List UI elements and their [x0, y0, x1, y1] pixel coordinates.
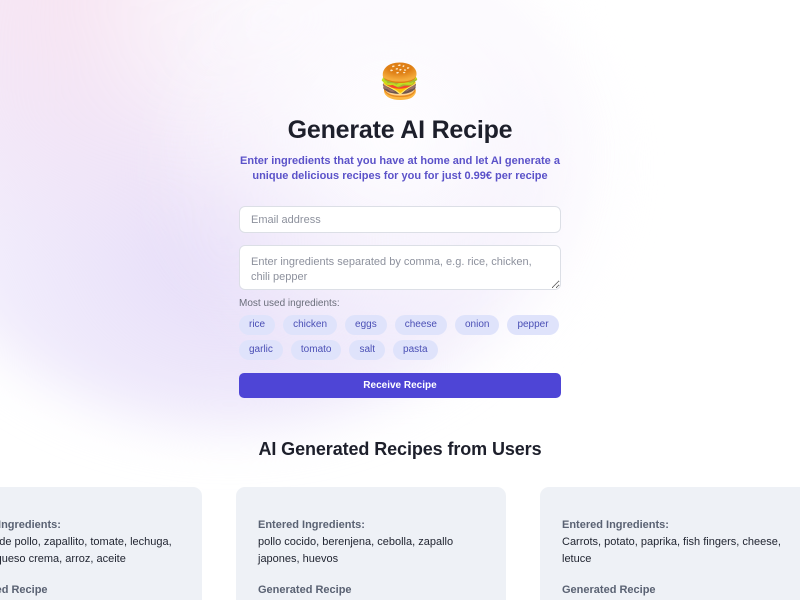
ingredient-chip-rice[interactable]: rice — [239, 315, 276, 335]
recipe-card: Entered Ingredients: pechuga de pollo, z… — [0, 487, 202, 600]
recipe-form: Most used ingredients: rice chicken eggs… — [239, 184, 561, 398]
ingredient-chip-pepper[interactable]: pepper — [507, 315, 559, 335]
ingredient-chip-garlic[interactable]: garlic — [239, 340, 283, 360]
hamburger-icon: 🍔 — [378, 63, 422, 101]
ingredient-chip-eggs[interactable]: eggs — [345, 315, 387, 335]
ingredient-chip-list: rice chicken eggs cheese onion pepper ga… — [239, 315, 561, 360]
ingredient-chip-tomato[interactable]: tomato — [290, 340, 342, 360]
most-used-ingredients-label: Most used ingredients: — [239, 298, 340, 309]
page-title: Generate AI Recipe — [287, 116, 513, 144]
entered-ingredients-block: Entered Ingredients: pechuga de pollo, z… — [0, 517, 180, 568]
recipe-card-list: Entered Ingredients: pechuga de pollo, z… — [0, 487, 800, 600]
page-root: 🍔 Generate AI Recipe Enter ingredients t… — [0, 0, 800, 600]
entered-ingredients-block: Entered Ingredients: pollo cocido, beren… — [258, 517, 484, 568]
generated-recipe-label: Generated Recipe — [0, 584, 48, 596]
ingredients-field[interactable] — [239, 245, 561, 290]
ingredient-chip-onion[interactable]: onion — [454, 315, 500, 335]
recipe-card: Entered Ingredients: Carrots, potato, pa… — [540, 487, 800, 600]
recipe-card: Entered Ingredients: pollo cocido, beren… — [236, 487, 506, 600]
generated-recipe-block: Generated Recipe — [0, 582, 180, 598]
generated-recipe-label: Generated Recipe — [258, 584, 352, 596]
entered-ingredients-label: Entered Ingredients: — [562, 519, 669, 531]
email-field[interactable] — [239, 206, 561, 233]
ingredient-chip-chicken[interactable]: chicken — [283, 315, 338, 335]
hero-section: 🍔 Generate AI Recipe Enter ingredients t… — [239, 0, 561, 184]
entered-ingredients-value: pechuga de pollo, zapallito, tomate, lec… — [0, 536, 172, 565]
entered-ingredients-value: Carrots, potato, paprika, fish fingers, … — [562, 536, 781, 565]
ingredient-chip-cheese[interactable]: cheese — [394, 315, 447, 335]
receive-recipe-button[interactable]: Receive Recipe — [239, 373, 561, 398]
entered-ingredients-block: Entered Ingredients: Carrots, potato, pa… — [562, 517, 788, 568]
generated-recipe-block: Generated Recipe Fish Finger and Potato … — [562, 582, 788, 600]
page-subtitle: Enter ingredients that you have at home … — [240, 155, 560, 182]
ingredient-chip-salt[interactable]: salt — [349, 340, 386, 360]
generated-recipe-label: Generated Recipe — [562, 584, 656, 596]
ingredient-chip-pasta[interactable]: pasta — [393, 340, 438, 360]
recipes-section-title: AI Generated Recipes from Users — [258, 439, 542, 459]
entered-ingredients-value: pollo cocido, berenjena, cebolla, zapall… — [258, 536, 454, 565]
entered-ingredients-label: Entered Ingredients: — [258, 519, 365, 531]
entered-ingredients-label: Entered Ingredients: — [0, 519, 61, 531]
generated-recipe-block: Generated Recipe Tortilla de Pollo y Ver… — [258, 582, 484, 600]
